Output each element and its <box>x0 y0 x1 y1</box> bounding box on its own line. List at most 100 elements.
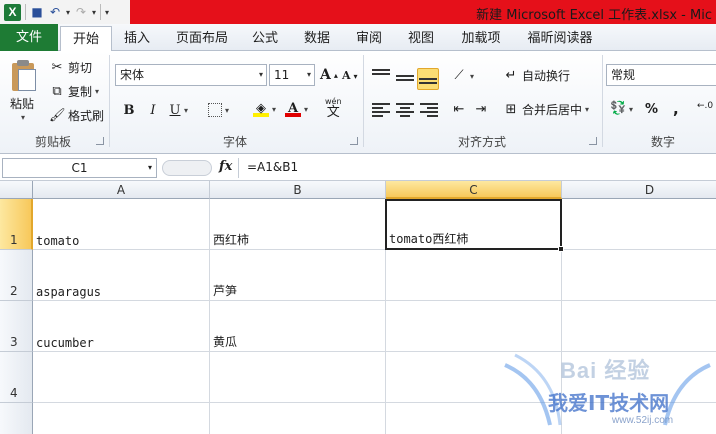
font-launcher-icon[interactable] <box>350 137 358 145</box>
align-center-icon[interactable] <box>396 102 414 118</box>
decrease-indent-icon: ⇤ <box>453 102 465 117</box>
column-header-b[interactable]: B <box>210 181 386 199</box>
paste-button[interactable]: 粘贴 <box>10 95 34 112</box>
redo-icon[interactable]: ↷ <box>74 5 88 19</box>
align-top-icon[interactable] <box>372 66 390 82</box>
toolbar-divider <box>100 4 102 20</box>
tab-formulas[interactable]: 公式 <box>244 26 286 51</box>
insert-function-icon[interactable]: fx <box>219 159 232 174</box>
tab-insert[interactable]: 插入 <box>116 26 158 51</box>
shrink-font-button[interactable]: A ▾ <box>342 69 358 82</box>
cell-a2[interactable]: asparagus <box>33 250 210 301</box>
phonetic-button[interactable]: wén 文 <box>325 97 342 119</box>
align-middle-icon[interactable] <box>396 70 414 86</box>
save-icon[interactable]: ■ <box>30 5 44 19</box>
name-box-dropdown-icon[interactable]: ▾ <box>148 159 152 177</box>
row-header-2[interactable]: 2 <box>0 250 33 301</box>
cell-a5[interactable] <box>33 403 210 434</box>
formula-input[interactable]: =A1&B1 <box>247 160 298 174</box>
row-header-5[interactable] <box>0 403 33 434</box>
font-color-button[interactable]: A ▾ <box>285 101 308 117</box>
copy-button[interactable]: ⧉ 复制 ▾ <box>49 83 99 100</box>
decrease-indent-button[interactable]: ⇤ <box>451 102 467 118</box>
merge-dropdown-icon[interactable]: ▾ <box>585 105 589 114</box>
tab-view[interactable]: 视图 <box>400 26 442 51</box>
cell-d5[interactable] <box>562 403 716 434</box>
tab-foxit-reader[interactable]: 福昕阅读器 <box>518 26 602 51</box>
increase-indent-button[interactable]: ⇥ <box>473 102 489 118</box>
row-header-4[interactable]: 4 <box>0 352 33 403</box>
cell-b3[interactable]: 黄瓜 <box>210 301 386 352</box>
tab-addins[interactable]: 加载项 <box>452 26 510 51</box>
bold-button[interactable]: B <box>120 102 138 120</box>
clipboard-launcher-icon[interactable] <box>96 137 104 145</box>
percent-button[interactable]: % <box>645 102 658 117</box>
cell-b1[interactable]: 西红柿 <box>210 199 386 250</box>
row-header-3[interactable]: 3 <box>0 301 33 352</box>
grow-font-icon: A <box>320 67 331 83</box>
tab-review[interactable]: 审阅 <box>348 26 390 51</box>
alignment-group-label: 对齐方式 <box>457 135 506 149</box>
column-header-d[interactable]: D <box>562 181 716 199</box>
orientation-button[interactable]: ⟋ ▾ <box>451 68 474 84</box>
undo-dropdown-icon[interactable]: ▾ <box>66 8 70 17</box>
tab-page-layout[interactable]: 页面布局 <box>168 26 236 51</box>
underline-button[interactable]: U <box>166 102 184 120</box>
wrap-text-button[interactable]: ↵ 自动换行 <box>503 67 570 84</box>
cell-c5[interactable] <box>386 403 562 434</box>
accounting-format-button[interactable]: 💱 ▾ <box>610 101 633 117</box>
cell-a4[interactable] <box>33 352 210 403</box>
number-format-combo[interactable]: 常规 <box>606 64 716 86</box>
tab-file[interactable]: 文件 <box>0 24 58 51</box>
increase-decimal-button[interactable]: ←.0 <box>697 101 713 111</box>
paste-dropdown[interactable]: ▾ <box>21 113 25 122</box>
customize-toolbar-icon[interactable]: ▾ <box>105 8 109 17</box>
cell-d3[interactable] <box>562 301 716 352</box>
align-right-icon[interactable] <box>420 102 438 118</box>
cell-c4[interactable] <box>386 352 562 403</box>
font-size-combo[interactable]: 11 ▾ <box>269 64 315 86</box>
paint-bucket-icon: ◈ <box>253 101 269 117</box>
worksheet-grid[interactable]: A B C D 1 2 3 4 tomato 西红柿 tomato西红柿 asp… <box>0 181 716 434</box>
select-all-corner[interactable] <box>0 181 33 199</box>
cell-c1[interactable]: tomato西红柿 <box>385 199 562 250</box>
alignment-launcher-icon[interactable] <box>589 137 597 145</box>
merge-center-button[interactable]: ⊞ 合并后居中 ▾ <box>503 101 589 118</box>
fill-color-button[interactable]: ◈ ▾ <box>253 101 276 117</box>
grow-font-button[interactable]: A ▴ <box>320 67 338 83</box>
excel-app-icon[interactable]: X <box>4 3 21 21</box>
cell-a1[interactable]: tomato <box>33 199 210 250</box>
formula-bar-resize-handle[interactable] <box>162 160 212 176</box>
row-header-1[interactable]: 1 <box>0 199 33 250</box>
tab-data[interactable]: 数据 <box>296 26 338 51</box>
font-name-combo[interactable]: 宋体 ▾ <box>115 64 267 86</box>
comma-button[interactable]: , <box>673 100 679 118</box>
cell-c2[interactable] <box>386 250 562 301</box>
fill-handle[interactable] <box>558 246 564 252</box>
cell-a3[interactable]: cucumber <box>33 301 210 352</box>
border-button[interactable]: ▾ <box>208 103 229 117</box>
format-painter-button[interactable]: 🖌 格式刷 <box>49 107 104 124</box>
cell-b2[interactable]: 芦笋 <box>210 250 386 301</box>
align-left-icon[interactable] <box>372 102 390 118</box>
cell-b4[interactable] <box>210 352 386 403</box>
cell-d2[interactable] <box>562 250 716 301</box>
tab-home[interactable]: 开始 <box>60 26 112 52</box>
undo-icon[interactable]: ↶ <box>48 5 62 19</box>
cell-c3[interactable] <box>386 301 562 352</box>
column-header-a[interactable]: A <box>33 181 210 199</box>
paste-icon[interactable] <box>8 59 38 93</box>
format-painter-label: 格式刷 <box>68 109 105 123</box>
copy-dropdown-icon[interactable]: ▾ <box>95 87 99 96</box>
cell-b5[interactable] <box>210 403 386 434</box>
name-box[interactable]: C1 ▾ <box>2 158 157 178</box>
cell-d4[interactable] <box>562 352 716 403</box>
underline-dropdown[interactable]: ▾ <box>184 106 188 115</box>
column-header-c[interactable]: C <box>386 181 562 199</box>
redo-dropdown-icon[interactable]: ▾ <box>92 8 96 17</box>
increase-decimal-icon: ←.0 <box>697 101 714 111</box>
cell-d1[interactable] <box>562 199 716 250</box>
cut-button[interactable]: ✂ 剪切 <box>49 59 92 76</box>
italic-button[interactable]: I <box>144 102 162 120</box>
orientation-icon: ⟋ <box>454 68 464 83</box>
